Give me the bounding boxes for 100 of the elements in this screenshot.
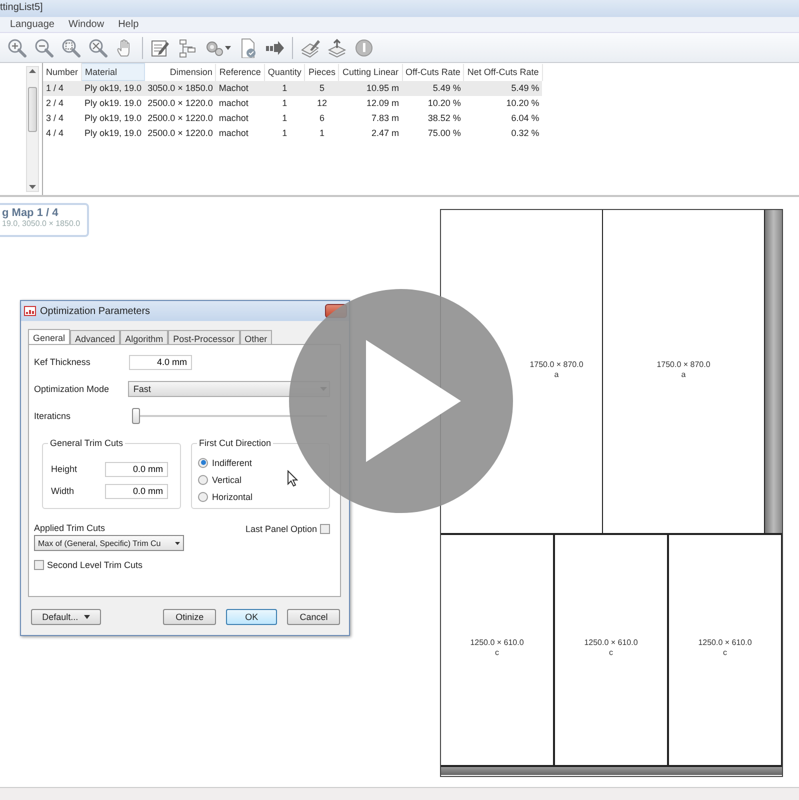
caret-icon bbox=[175, 542, 180, 544]
tab[interactable]: Advanced bbox=[70, 330, 120, 344]
caret-icon[interactable] bbox=[225, 44, 231, 50]
up-arrow-icon[interactable] bbox=[29, 69, 36, 73]
menu-item[interactable]: Language bbox=[10, 18, 54, 31]
table-cell: 2 / 4 bbox=[43, 96, 82, 110]
table-cell: 12 bbox=[304, 96, 339, 110]
field-label: Applied Trim Cuts bbox=[34, 523, 106, 533]
radio-button[interactable] bbox=[198, 492, 208, 502]
checkbox-label: Second Level Trim Cuts bbox=[47, 560, 143, 570]
piece-label: 1250.0 × 610.0 c bbox=[698, 638, 752, 658]
piece-label: 1750.0 × 870.0 a bbox=[530, 360, 584, 380]
table-cell-text: machot bbox=[218, 112, 250, 125]
table-cell-text: machot bbox=[218, 127, 250, 140]
slider-thumb[interactable] bbox=[132, 408, 140, 424]
table-cell-text: Ply ok19, 19.0 bbox=[84, 127, 143, 140]
table-cell-text: 2500.0 × 1220.0 bbox=[146, 112, 214, 125]
table-cell-text: 4 / 4 bbox=[45, 127, 65, 140]
tab[interactable]: Algorithm bbox=[120, 330, 168, 344]
scroll-thumb[interactable] bbox=[28, 86, 37, 132]
piece-label: 1250.0 × 610.0 c bbox=[584, 638, 638, 658]
table-cell: 5.49 % bbox=[402, 80, 464, 96]
table-cell: 3050.0 × 1850.0 bbox=[144, 80, 216, 96]
table-cell-text: 6.04 % bbox=[510, 112, 540, 125]
input-field[interactable]: 0.0 mm bbox=[105, 462, 168, 476]
radio-button[interactable] bbox=[198, 474, 208, 484]
field-label: Height bbox=[50, 464, 78, 474]
table-row[interactable]: 1 / 4 Ply ok19, 19.0 3050.0 × 1850.0 Machot 1 5 10.95 m 5.49 % 5.49 % bbox=[43, 80, 542, 96]
stack-upload-icon[interactable] bbox=[327, 38, 347, 58]
dropdown-button[interactable]: Default... bbox=[31, 609, 102, 625]
info-icon[interactable] bbox=[354, 38, 374, 58]
table-cell: 10.20 % bbox=[464, 96, 542, 110]
field-label: Optimization Mode bbox=[34, 384, 110, 394]
zoom-in-icon[interactable] bbox=[7, 38, 27, 58]
menu-item[interactable]: Help bbox=[118, 18, 139, 31]
table-cell-text: 3 / 4 bbox=[45, 112, 65, 125]
table-cell: 2500.0 × 1220.0 bbox=[144, 96, 216, 110]
menu-item[interactable]: Window bbox=[68, 18, 104, 31]
table-row[interactable]: 4 / 4 Ply ok19, 19.0 2500.0 × 1220.0 machot 1 1 2.47 m 75.00 % 0.32 % bbox=[43, 126, 542, 140]
table-cell-text: 6 bbox=[318, 112, 326, 125]
checkbox-label: Last Panel Option bbox=[245, 524, 317, 534]
radio-label: Horizontal bbox=[212, 492, 253, 502]
table-cell: 10.95 m bbox=[338, 80, 402, 96]
table-cell-text: 1 bbox=[281, 112, 288, 125]
radio-label: Vertical bbox=[212, 474, 242, 484]
table-cell: 10.20 % bbox=[402, 96, 464, 110]
table-cell: 12.09 m bbox=[338, 96, 402, 110]
field-label: Width bbox=[50, 486, 76, 496]
map-card[interactable]: g Map 1 / 4 19.0, 3050.0 × 1850.0 bbox=[0, 203, 89, 237]
sheets-pencil-icon[interactable] bbox=[300, 38, 320, 58]
tab[interactable]: Post-Processor bbox=[168, 330, 240, 344]
group-title: General Trim Cuts bbox=[48, 438, 126, 448]
window-icon bbox=[24, 306, 36, 316]
zoom-actual-icon[interactable] bbox=[88, 38, 108, 58]
flowchart-icon[interactable] bbox=[177, 38, 197, 58]
table-cell: 5 bbox=[304, 80, 339, 96]
down-arrow-icon[interactable] bbox=[29, 185, 36, 189]
table-row[interactable]: 2 / 4 Ply ok19. 19.0 2500.0 × 1220.0 machot 1 12 12.09 m 10.20 % 10.20 % bbox=[43, 96, 542, 110]
radio-label: Indifferent bbox=[212, 458, 252, 468]
tab[interactable]: Other bbox=[240, 330, 272, 344]
radio-button[interactable] bbox=[198, 458, 208, 468]
table-cell-text: 1 bbox=[318, 127, 326, 140]
card-title: g Map 1 / 4 bbox=[2, 207, 60, 219]
table-cell: 1 bbox=[264, 96, 305, 110]
card-subtitle: 19.0, 3050.0 × 1850.0 bbox=[2, 219, 82, 228]
zoom-fit-icon[interactable] bbox=[61, 38, 81, 58]
checkbox[interactable] bbox=[320, 524, 330, 534]
table-cell: Ply ok19. 19.0 bbox=[82, 96, 145, 110]
table-cell: Machot bbox=[216, 80, 264, 96]
tab[interactable]: General bbox=[28, 329, 70, 344]
dialog-button[interactable]: OK bbox=[226, 609, 278, 625]
table-cell-text: 38.52 % bbox=[426, 112, 462, 125]
input-field[interactable]: 4.0 mm bbox=[129, 354, 192, 370]
table-row[interactable]: 3 / 4 Ply ok19, 19.0 2500.0 × 1220.0 machot 1 6 7.83 m 38.52 % 6.04 % bbox=[43, 110, 542, 126]
field-label: Iteraticns bbox=[34, 411, 72, 421]
table-cell-text: Ply ok19, 19.0 bbox=[84, 112, 143, 125]
table-cell: 1 / 4 bbox=[43, 80, 82, 96]
checkbox[interactable] bbox=[34, 560, 44, 570]
zoom-out-icon[interactable] bbox=[34, 38, 54, 58]
window-title: ttingList5] bbox=[0, 2, 43, 13]
table-cell: 1 bbox=[264, 80, 305, 96]
edit-icon[interactable] bbox=[150, 38, 170, 58]
table-cell-text: 2.47 m bbox=[370, 127, 400, 140]
table-cell-text: 1 bbox=[281, 127, 288, 140]
dialog-button[interactable]: Cancel bbox=[287, 609, 340, 625]
table-cell-text: 7.83 m bbox=[370, 112, 400, 125]
group-title: First Cut Direction bbox=[197, 438, 274, 448]
caret-icon bbox=[84, 615, 90, 619]
table-cell: Ply ok19, 19.0 bbox=[82, 80, 145, 96]
dialog-button[interactable]: Otinize bbox=[163, 609, 216, 625]
table-cell: machot bbox=[216, 96, 264, 110]
input-field[interactable]: 0.0 mm bbox=[105, 484, 168, 498]
piece-label: 1750.0 × 870.0 a bbox=[656, 360, 710, 380]
column-header[interactable]: Material bbox=[82, 64, 145, 80]
table-cell-text: 2500.0 × 1220.0 bbox=[146, 127, 214, 140]
piece-label: 1250.0 × 610.0 c bbox=[470, 638, 524, 658]
table-cell-text: 75.00 % bbox=[426, 127, 462, 140]
scrollbar[interactable] bbox=[26, 66, 39, 192]
dropdown[interactable]: Max of (General, Specific) Trim Cu bbox=[34, 535, 184, 551]
cursor-icon bbox=[287, 470, 298, 487]
